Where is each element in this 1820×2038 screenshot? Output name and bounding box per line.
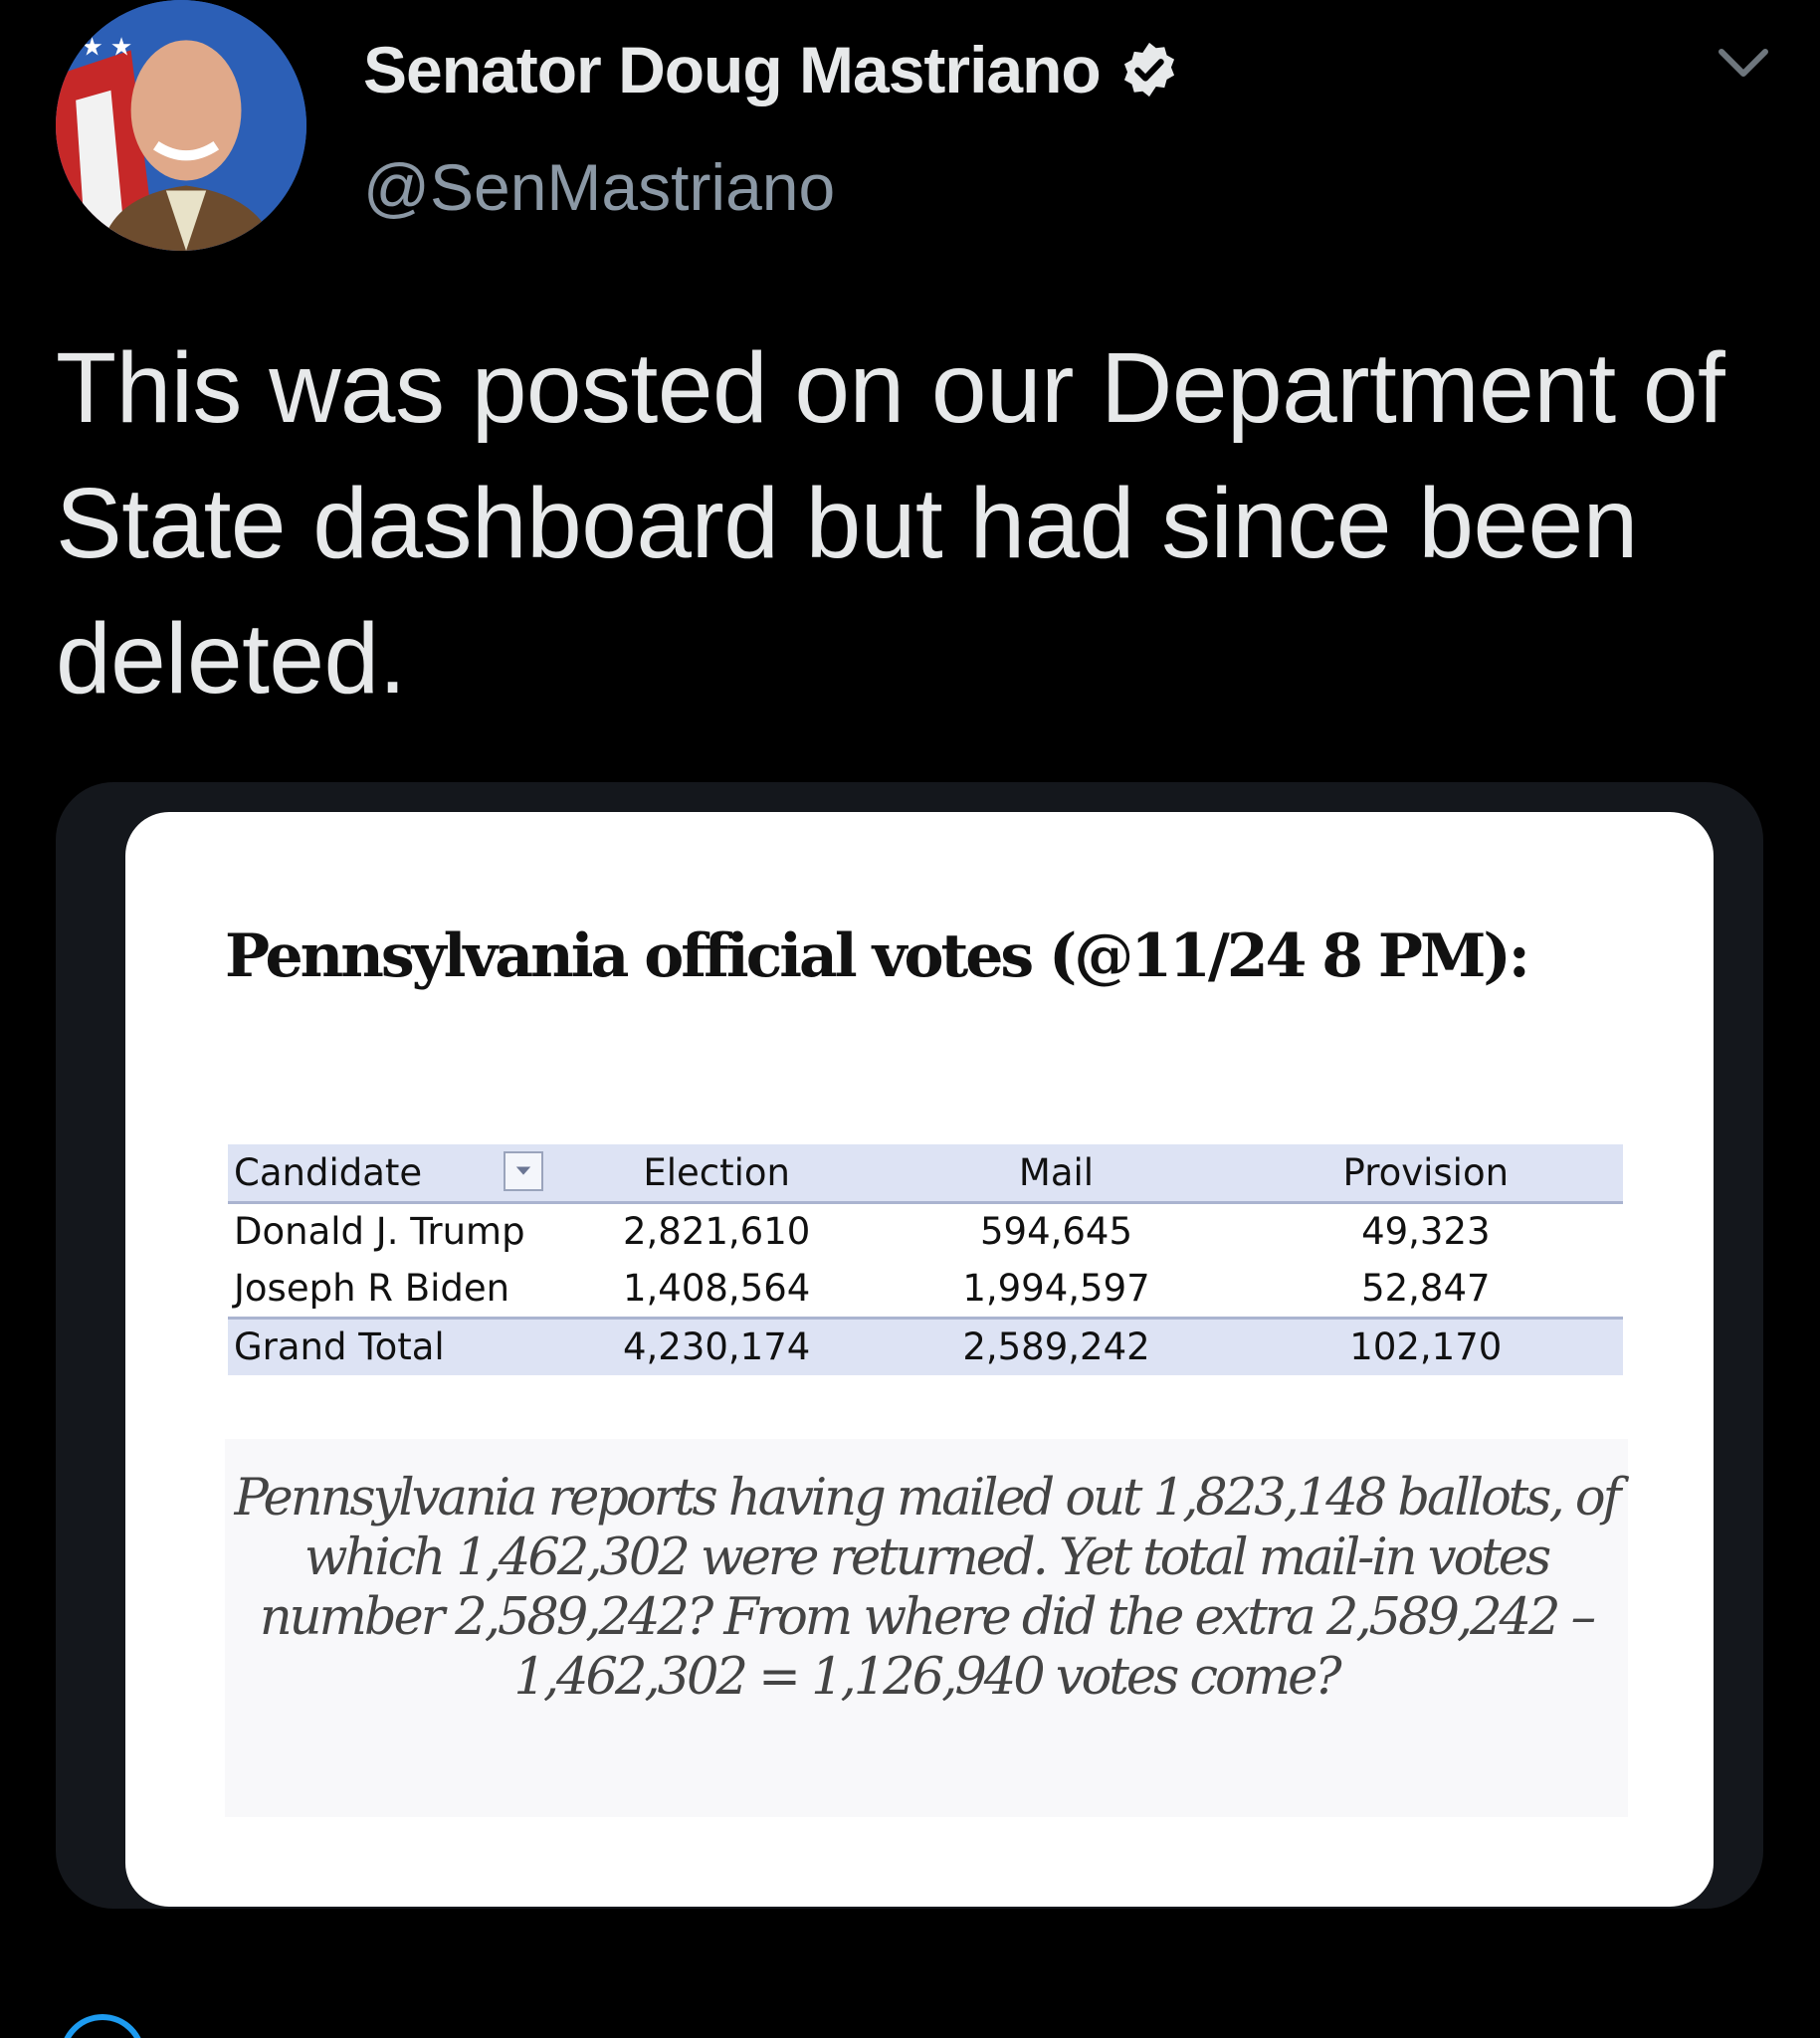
table-cell: 1,408,564 [623,1266,811,1310]
chevron-down-icon[interactable] [1714,44,1773,84]
reply-context-icon [60,2014,145,2038]
handle[interactable]: @SenMastriano [363,149,835,225]
table-cell: 4,230,174 [623,1325,811,1369]
filter-dropdown-icon [503,1151,543,1191]
table-cell: 52,847 [1361,1266,1491,1310]
votes-table: Candidate Election Mail Provision Donald… [228,1144,1623,1375]
table-cell: 49,323 [1361,1210,1491,1254]
display-name[interactable]: Senator Doug Mastriano [363,32,1180,107]
avatar[interactable]: ★ ★ [56,0,306,251]
verified-badge-icon [1123,42,1174,98]
media-title: Pennsylvania official votes (@11/24 8 PM… [225,921,1530,991]
table-total-row: Grand Total 4,230,174 2,589,242 102,170 [228,1318,1623,1375]
media-card[interactable]: Pennsylvania official votes (@11/24 8 PM… [56,782,1763,1909]
table-row: Donald J. Trump 2,821,610 594,645 49,323 [228,1202,1623,1260]
table-cell: 2,821,610 [623,1210,811,1254]
tweet: ★ ★ Senator Doug Mastriano @SenMastriano… [0,0,1820,2038]
header-candidate: Candidate [234,1150,423,1194]
table-row: Joseph R Biden 1,408,564 1,994,597 52,84… [228,1260,1623,1318]
table-header-row: Candidate Election Mail Provision [228,1144,1623,1202]
table-cell: 102,170 [1349,1325,1503,1369]
header-cell: Provision [1342,1150,1510,1194]
tweet-text: This was posted on our Department of Sta… [56,332,1725,714]
avatar-image: ★ ★ [56,0,306,251]
table-cell: Donald J. Trump [234,1210,525,1254]
media-image: Pennsylvania official votes (@11/24 8 PM… [125,812,1714,1907]
header-cell: Mail [1018,1150,1095,1194]
media-caption: Pennsylvania reports having mailed out 1… [234,1469,1622,1707]
svg-text:★ ★: ★ ★ [81,33,132,61]
table-cell: 2,589,242 [962,1325,1150,1369]
table-cell: Joseph R Biden [234,1266,510,1310]
caption-box: Pennsylvania reports having mailed out 1… [225,1439,1628,1817]
table-cell: 594,645 [979,1210,1132,1254]
header-cell: Candidate [228,1144,549,1202]
table-cell: Grand Total [234,1325,445,1369]
header-cell: Election [643,1150,790,1194]
display-name-text: Senator Doug Mastriano [363,33,1102,106]
table-cell: 1,994,597 [962,1266,1150,1310]
